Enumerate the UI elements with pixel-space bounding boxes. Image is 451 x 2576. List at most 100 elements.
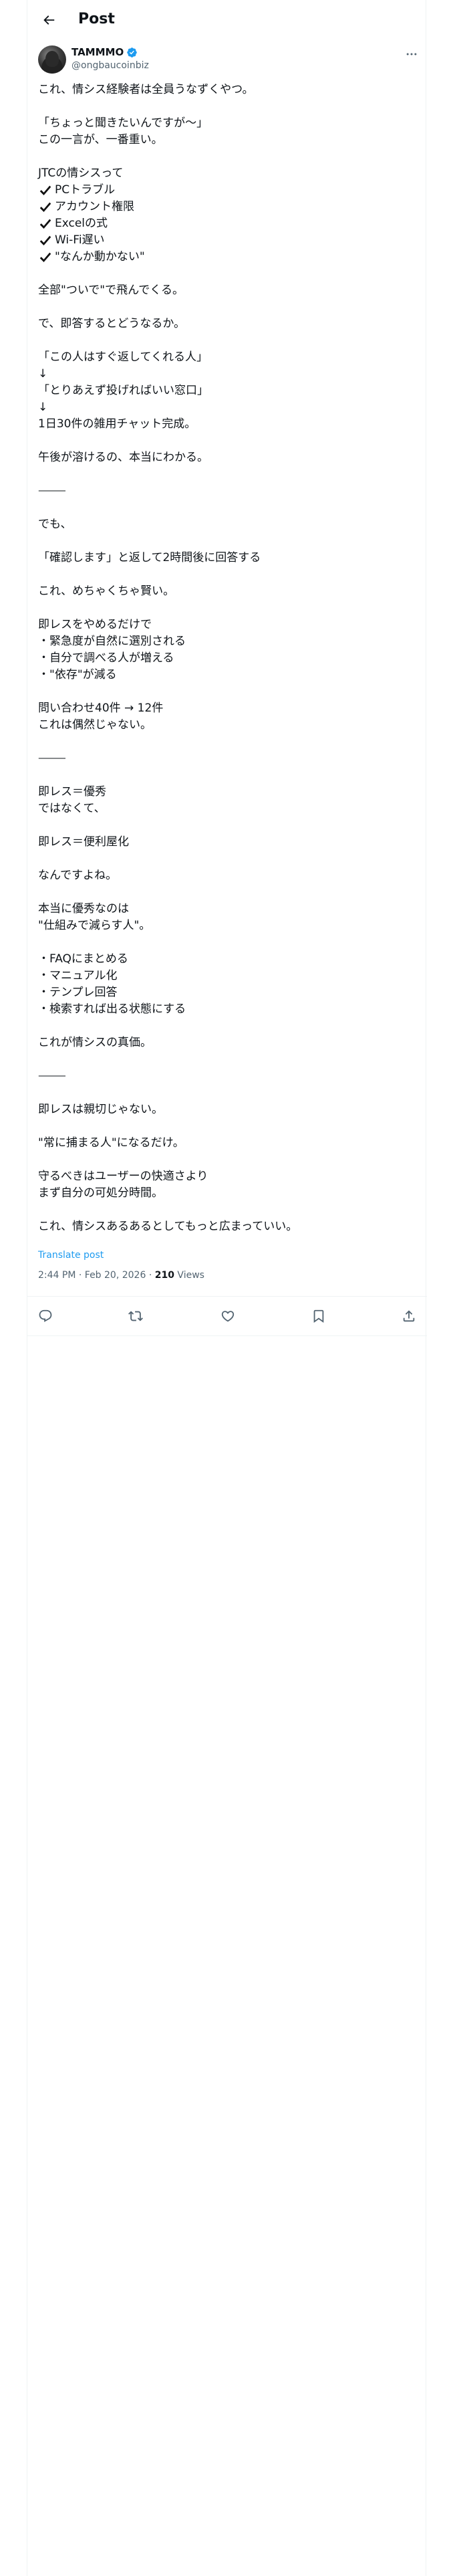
post-line: ・テンプレ回答: [38, 986, 118, 999]
check-mark-icon: [39, 219, 51, 229]
post-line: 守るべきはユーザーの快適さより: [38, 1170, 208, 1183]
post-line: [38, 533, 416, 550]
post-line: [38, 1152, 416, 1168]
post-line: これ、情シス経験者は全員うなずくやつ。: [38, 83, 254, 96]
author-name-row: TAMMMO: [71, 45, 138, 59]
views-label: Views: [177, 1270, 204, 1281]
post-line: これが情シスの真価。: [38, 1036, 152, 1049]
check-mark-icon: [39, 202, 51, 212]
post-line: ⸻: [38, 752, 66, 765]
repost-icon: [128, 1311, 143, 1321]
share-icon: [403, 1310, 415, 1322]
like-button[interactable]: [220, 1309, 235, 1323]
post-line: [38, 1202, 416, 1218]
post-line: [38, 1051, 416, 1068]
post-line: 即レスをやめるだけで: [38, 618, 152, 631]
post-line: 「この人はすぐ返してくれる人」: [38, 350, 208, 364]
post-line: 即レスは親切じゃない。: [38, 1103, 163, 1116]
post-line: [38, 1118, 416, 1135]
post-date[interactable]: Feb 20, 2026: [85, 1270, 146, 1281]
arrow-left-icon: [43, 15, 55, 25]
post-line: ⸻: [38, 1069, 66, 1083]
post-line: ・緊急度が自然に選別される: [38, 635, 186, 648]
post-line: "仕組みで減らす人"。: [38, 919, 151, 932]
post-line: 「確認します」と返して2時間後に回答する: [38, 551, 261, 564]
post-line: これ、情シスあるあるとしてもっと広まっていい。: [38, 1220, 298, 1233]
post-line: PCトラブル: [38, 182, 416, 199]
post-line: [38, 1018, 416, 1035]
post-line: 全部"ついで"で飛んでくる。: [38, 284, 184, 297]
post-line: これ、めちゃくちゃ賢い。: [38, 584, 175, 598]
bookmark-icon: [313, 1309, 324, 1323]
page-title: Post: [78, 11, 115, 27]
post-time[interactable]: 2:44 PM: [38, 1270, 76, 1281]
post-column: Post TAMMMO @ongbaucoinbiz これ、情シス経験者は全員う…: [27, 0, 427, 2576]
post-line: ・自分で調べる人が増える: [38, 651, 174, 665]
post-line: [38, 767, 416, 784]
reply-icon: [39, 1309, 52, 1322]
post-line-text: アカウント権限: [55, 200, 134, 213]
post-line: まず自分の可処分時間。: [38, 1186, 163, 1200]
author-display-name[interactable]: TAMMMO: [71, 45, 124, 59]
post-line: [38, 851, 416, 867]
post-line: ↓: [38, 401, 48, 414]
repost-button[interactable]: [128, 1309, 143, 1323]
check-mark-icon: [39, 185, 51, 195]
post-line: [38, 600, 416, 617]
post-line: [38, 98, 416, 115]
back-button[interactable]: [39, 11, 58, 29]
post-line: 「とりあえず投げればいい窓口」: [38, 384, 208, 397]
post-metadata: 2:44 PM · Feb 20, 2026 · 210 Views: [38, 1270, 204, 1281]
post-line: [38, 265, 416, 282]
post-line: Excelの式: [38, 215, 416, 232]
author-handle[interactable]: @ongbaucoinbiz: [71, 60, 149, 72]
post-line: "なんか動かない": [38, 249, 416, 265]
post-line: [38, 332, 416, 349]
post-line: ・マニュアル化: [38, 969, 118, 982]
avatar[interactable]: [38, 45, 66, 74]
post-line-text: Wi-Fi遅い: [55, 233, 105, 247]
post-line: [38, 1085, 416, 1101]
post-line: アカウント権限: [38, 199, 416, 215]
check-mark-icon: [39, 235, 51, 245]
heart-icon: [221, 1311, 235, 1322]
post-line: これは偶然じゃない。: [38, 718, 152, 732]
post-line: ↓: [38, 367, 48, 381]
post-line: でも、: [38, 518, 72, 531]
top-bar: Post: [27, 0, 427, 40]
post-line: なんですよね。: [38, 869, 118, 882]
post-line: ・FAQにまとめる: [38, 952, 128, 966]
post-line-text: "なんか動かない": [55, 250, 145, 263]
post-line: 「ちょっと聞きたいんですが〜」: [38, 116, 208, 130]
check-mark-icon: [39, 252, 51, 262]
post-line: ⸻: [38, 484, 66, 498]
post-line: [38, 934, 416, 951]
post-line: 即レス＝優秀: [38, 785, 106, 798]
post-action-bar: [27, 1296, 427, 1336]
post-line: 問い合わせ40件 → 12件: [38, 702, 164, 715]
post-line: [38, 433, 416, 449]
post-line: JTCの情シスって: [38, 167, 124, 180]
post-line: "常に捕まる人"になるだけ。: [38, 1136, 184, 1150]
reply-button[interactable]: [38, 1309, 53, 1323]
post-line: ではなくて、: [38, 802, 106, 815]
verified-badge-icon[interactable]: [126, 47, 138, 58]
post-line: [38, 734, 416, 750]
share-button[interactable]: [402, 1309, 416, 1323]
post-line: [38, 299, 416, 316]
post-line: ・"依存"が減る: [38, 668, 117, 681]
post-line-text: Excelの式: [55, 217, 108, 230]
post-line: 即レス＝便利屋化: [38, 835, 129, 849]
post-line: [38, 500, 416, 516]
translate-post-link[interactable]: Translate post: [38, 1249, 104, 1261]
more-options-button[interactable]: [404, 47, 419, 62]
views-count: 210: [154, 1270, 174, 1281]
post-line: [38, 148, 416, 165]
more-dots-icon: [406, 53, 417, 56]
post-line: この一言が、一番重い。: [38, 133, 163, 146]
post-line: 本当に優秀なのは: [38, 902, 129, 916]
post-line: [38, 817, 416, 834]
post-text: これ、情シス経験者は全員うなずくやつ。 「ちょっと聞きたいんですが〜」 この一言が、…: [38, 82, 416, 1235]
post-line: ・検索すれば出る状態にする: [38, 1002, 186, 1016]
bookmark-button[interactable]: [311, 1309, 326, 1323]
